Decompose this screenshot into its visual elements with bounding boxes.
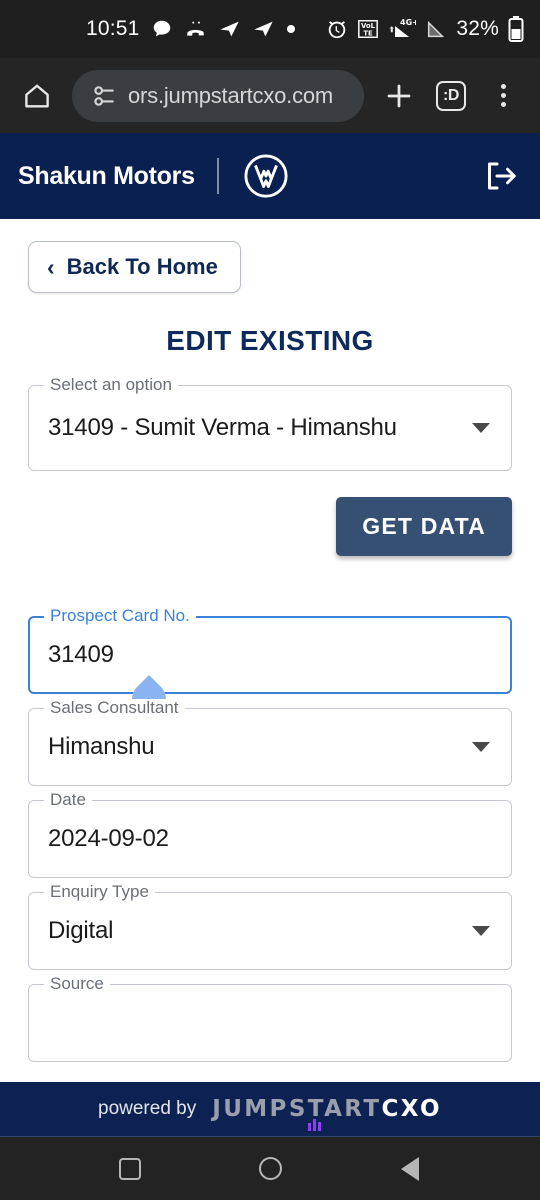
enquiry-type-value: Digital — [48, 917, 114, 944]
accent-bar — [308, 1123, 312, 1131]
back-to-home-label: Back To Home — [66, 254, 218, 279]
kebab-dot — [500, 93, 506, 98]
alarm-icon — [329, 21, 346, 39]
missed-call-icon — [186, 21, 204, 36]
kebab-menu-icon[interactable] — [480, 73, 526, 119]
volkswagen-logo — [244, 154, 288, 198]
url-text: ors.jumpstartcxo.com — [128, 82, 334, 108]
logo-secondary-text: CXO — [381, 1096, 442, 1122]
recents-button[interactable] — [104, 1143, 156, 1195]
prospect-card-no-field[interactable]: Prospect Card No. 31409 — [28, 607, 512, 724]
logo-primary-text: JUMPSTART — [212, 1096, 382, 1122]
phone-screen: 10:51 VoL TE 4G+ 32% ors.jumpstartcxo.co… — [0, 0, 540, 1200]
tab-switcher-button[interactable]: :D — [428, 73, 474, 119]
page-content: ‹ Back To Home EDIT EXISTING Select an o… — [0, 219, 540, 1200]
tab-count: :D — [436, 80, 466, 111]
back-triangle-icon — [401, 1156, 419, 1181]
accent-bar — [313, 1119, 317, 1131]
kebab-dot — [500, 102, 506, 107]
home-circle-icon — [258, 1157, 282, 1180]
recents-square-icon — [119, 1157, 141, 1180]
home-button[interactable] — [244, 1143, 296, 1195]
source-field[interactable]: Source — [28, 975, 512, 1062]
source-legend: Source — [44, 975, 110, 993]
get-data-button[interactable]: GET DATA — [336, 497, 512, 556]
chevron-down-icon — [472, 423, 490, 433]
back-button[interactable] — [384, 1143, 436, 1195]
record-select-field[interactable]: Select an option 31409 - Sumit Verma - H… — [28, 376, 512, 471]
header-divider — [216, 158, 219, 194]
browser-toolbar: ors.jumpstartcxo.com :D — [0, 58, 540, 133]
field-outline — [28, 984, 512, 1062]
sales-consultant-legend: Sales Consultant — [44, 699, 185, 717]
svg-text:TE: TE — [364, 29, 374, 37]
home-icon[interactable] — [14, 73, 60, 119]
android-nav-bar — [0, 1136, 540, 1200]
status-bar: 10:51 VoL TE 4G+ 32% — [0, 0, 540, 58]
get-data-row: GET DATA — [28, 497, 512, 556]
kebab-dot — [500, 84, 506, 89]
chevron-down-icon — [472, 926, 490, 936]
chat-bubble-icon — [153, 20, 170, 37]
logout-icon — [488, 162, 516, 190]
enquiry-type-legend: Enquiry Type — [44, 883, 155, 901]
logout-button[interactable] — [482, 158, 518, 194]
app-header: Shakun Motors — [0, 133, 540, 219]
plus-icon[interactable] — [376, 73, 422, 119]
chevron-left-icon: ‹ — [47, 253, 55, 280]
telegram-icon — [219, 21, 239, 37]
app-footer: powered by JUMPSTART CXO — [0, 1082, 540, 1136]
logo-accent-mark — [308, 1119, 322, 1131]
status-bar-left: 10:51 — [18, 17, 296, 41]
date-field[interactable]: Date 2024-09-02 — [28, 791, 512, 878]
jumpstartcxo-logo: JUMPSTART CXO — [212, 1096, 442, 1131]
record-select-value: 31409 - Sumit Verma - Himanshu — [48, 414, 397, 441]
powered-by-label: powered by — [98, 1098, 197, 1119]
status-bar-right: VoL TE 4G+ 32% — [326, 16, 524, 42]
back-to-home-button[interactable]: ‹ Back To Home — [28, 241, 241, 293]
sales-consultant-field[interactable]: Sales Consultant Himanshu — [28, 699, 512, 786]
prospect-card-no-legend: Prospect Card No. — [44, 607, 196, 625]
battery-icon — [508, 16, 524, 42]
brand-name: Shakun Motors — [18, 161, 195, 190]
chevron-down-icon — [472, 742, 490, 752]
telegram-icon — [253, 21, 273, 37]
date-legend: Date — [44, 791, 92, 809]
page-title: EDIT EXISTING — [166, 325, 374, 356]
status-clock: 10:51 — [86, 17, 140, 40]
signal-icon: 4G+ — [389, 18, 416, 37]
prospect-card-no-value: 31409 — [48, 641, 114, 668]
signal-off-icon — [428, 20, 445, 38]
url-bar[interactable]: ors.jumpstartcxo.com — [72, 69, 364, 122]
accent-bar — [318, 1122, 322, 1131]
enquiry-type-field[interactable]: Enquiry Type Digital — [28, 883, 512, 970]
dot-icon — [286, 25, 295, 33]
sales-consultant-value: Himanshu — [48, 733, 155, 760]
tune-icon — [94, 85, 114, 106]
svg-text:4G+: 4G+ — [400, 18, 416, 27]
record-select-legend: Select an option — [44, 376, 178, 394]
volte-icon: VoL TE — [358, 20, 379, 38]
battery-percent: 32% — [456, 17, 499, 40]
date-value: 2024-09-02 — [48, 825, 169, 852]
